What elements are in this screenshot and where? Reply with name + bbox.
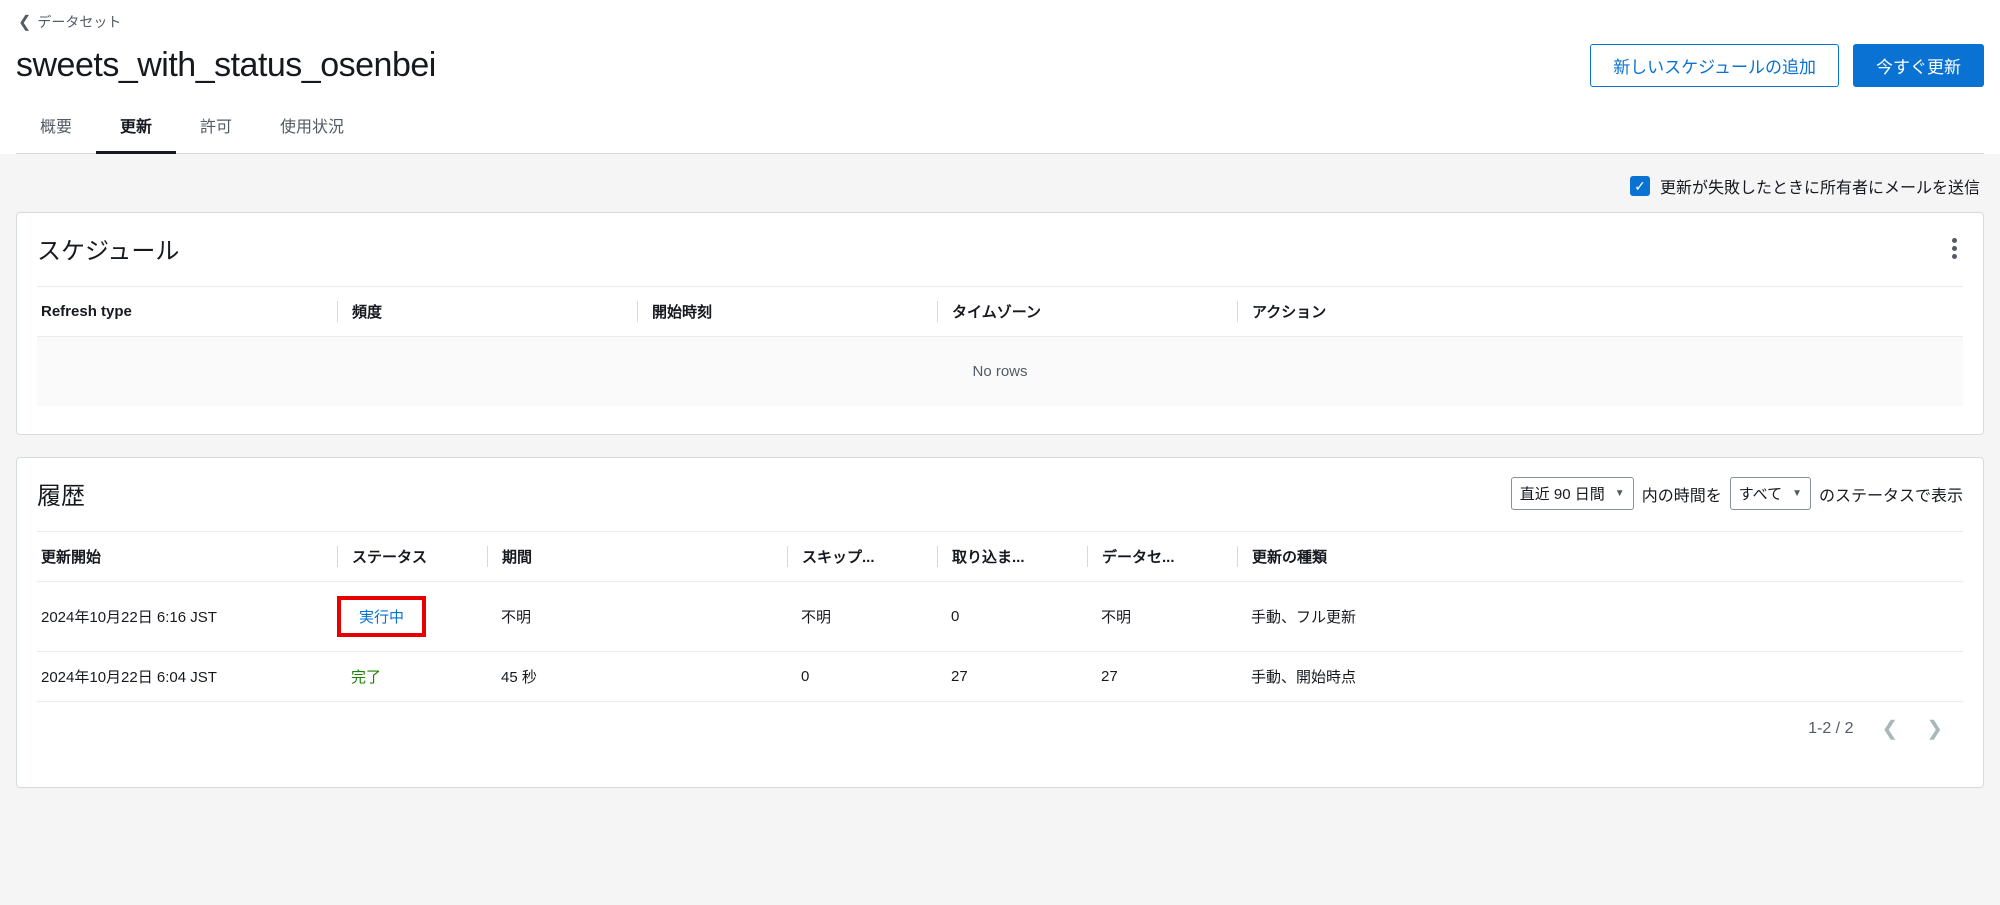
pager: 1-2 / 2 ❮ ❯ [37,702,1963,759]
col-timezone: タイムゾーン [937,301,1237,322]
add-schedule-button[interactable]: 新しいスケジュールの追加 [1590,44,1839,87]
chevron-down-icon: ▼ [1615,488,1625,499]
col-imported: 取り込ま... [937,546,1087,567]
cell-imported: 27 [937,668,1087,685]
cell-status: 完了 [337,666,487,687]
filter-tail-label: のステータスで表示 [1819,482,1963,506]
pager-prev[interactable]: ❮ [1881,716,1898,741]
filter-mid-label: 内の時間を [1642,482,1722,506]
col-status: ステータス [337,546,487,567]
history-card: 履歴 直近 90 日間 ▼ 内の時間を すべて ▼ のステータスで表示 更新開始… [16,457,1984,788]
mail-on-fail-checkbox[interactable]: ✓ [1630,176,1650,196]
status-value: すべて [1739,483,1782,504]
chevron-left-icon: ❮ [18,12,31,32]
history-table-header: 更新開始 ステータス 期間 スキップ... 取り込ま... データセ... 更新… [37,531,1963,582]
cell-type: 手動、開始時点 [1237,666,1963,687]
page-title: sweets_with_status_osenbei [16,46,436,85]
cell-dataset: 不明 [1087,606,1237,627]
history-title: 履歴 [37,476,85,511]
cell-start: 2024年10月22日 6:16 JST [37,606,337,627]
cell-skipped: 0 [787,668,937,685]
col-start: 開始時刻 [637,301,937,322]
pager-range: 1-2 / 2 [1808,720,1853,738]
tab-refresh[interactable]: 更新 [96,101,176,154]
col-dataset: データセ... [1087,546,1237,567]
schedule-table-header: Refresh type 頻度 開始時刻 タイムゾーン アクション [37,286,1963,337]
col-start-time: 更新開始 [37,546,337,567]
table-row: 2024年10月22日 6:16 JST 実行中 不明 不明 0 不明 手動、フ… [37,582,1963,652]
col-action: アクション [1237,301,1963,322]
schedule-menu-button[interactable] [1946,232,1963,265]
cell-duration: 45 秒 [487,666,787,687]
schedule-title: スケジュール [37,231,179,266]
range-select[interactable]: 直近 90 日間 ▼ [1511,477,1634,510]
status-select[interactable]: すべて ▼ [1730,477,1811,510]
breadcrumb-label: データセット [37,12,121,32]
tab-permissions[interactable]: 許可 [176,101,256,154]
col-refresh-type: Refresh type [37,303,337,320]
cell-status: 実行中 [337,596,487,637]
table-row: 2024年10月22日 6:04 JST 完了 45 秒 0 27 27 手動、… [37,652,1963,702]
col-duration: 期間 [487,546,787,567]
cell-imported: 0 [937,608,1087,625]
col-frequency: 頻度 [337,301,637,322]
cell-dataset: 27 [1087,668,1237,685]
tabs: 概要 更新 許可 使用状況 [16,101,1984,154]
schedule-empty: No rows [37,337,1963,406]
tab-usage[interactable]: 使用状況 [256,101,368,154]
cell-type: 手動、フル更新 [1237,606,1963,627]
pager-next[interactable]: ❯ [1926,716,1943,741]
col-skipped: スキップ... [787,546,937,567]
range-value: 直近 90 日間 [1520,483,1605,504]
mail-on-fail-label: 更新が失敗したときに所有者にメールを送信 [1660,174,1980,198]
tab-overview[interactable]: 概要 [16,101,96,154]
cell-skipped: 不明 [787,606,937,627]
cell-start: 2024年10月22日 6:04 JST [37,666,337,687]
breadcrumb[interactable]: ❮ データセット [16,8,1984,40]
col-type: 更新の種類 [1237,546,1963,567]
chevron-down-icon: ▼ [1792,488,1802,499]
cell-duration: 不明 [487,606,787,627]
schedule-card: スケジュール Refresh type 頻度 開始時刻 タイムゾーン アクション… [16,212,1984,435]
refresh-now-button[interactable]: 今すぐ更新 [1853,44,1984,87]
